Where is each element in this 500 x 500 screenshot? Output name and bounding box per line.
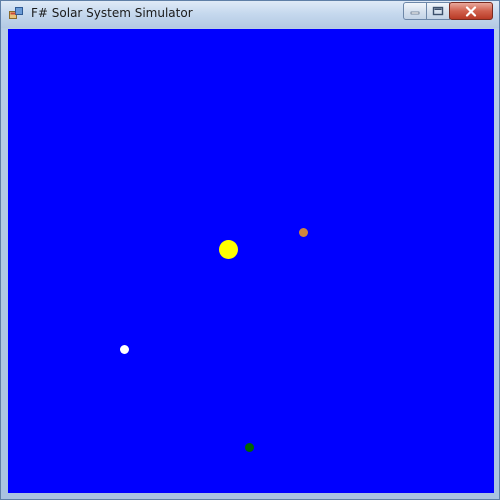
planet-green (245, 443, 254, 452)
title-bar[interactable]: F# Solar System Simulator (1, 1, 499, 28)
minimize-button[interactable] (403, 2, 427, 20)
window-title: F# Solar System Simulator (31, 6, 193, 20)
sun (219, 240, 238, 259)
app-window: F# Solar System Simulator (0, 0, 500, 500)
app-window-icon[interactable] (9, 7, 23, 21)
maximize-button[interactable] (426, 2, 450, 20)
close-icon (465, 5, 477, 17)
close-button[interactable] (449, 2, 493, 20)
maximize-icon (432, 6, 444, 16)
planet-orange (299, 228, 308, 237)
solar-system-canvas[interactable] (8, 29, 494, 493)
minimize-icon (410, 11, 420, 15)
planet-white (120, 345, 129, 354)
